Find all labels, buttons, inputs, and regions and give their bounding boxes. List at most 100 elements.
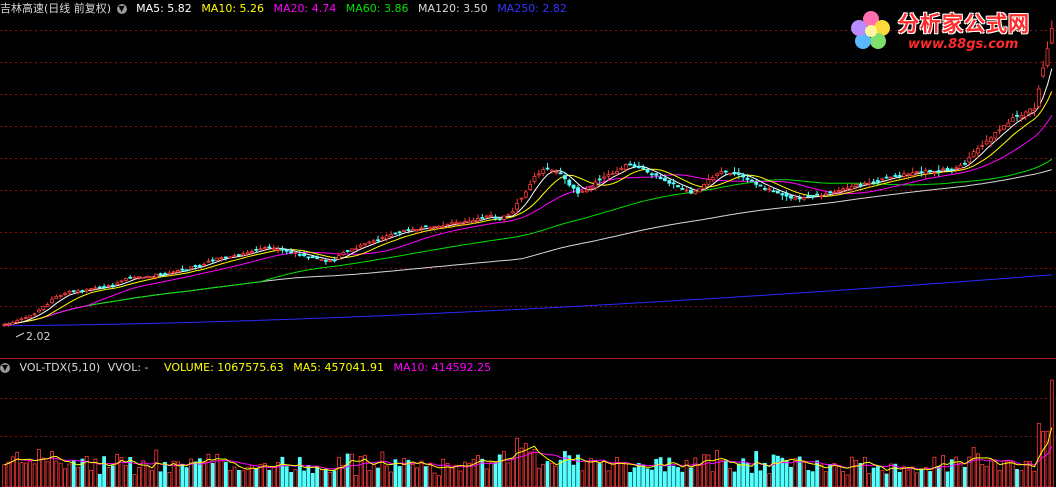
volume-bar xyxy=(567,455,572,487)
volume-bar xyxy=(310,472,315,487)
low-price-label: 2.02 xyxy=(26,330,51,343)
candle xyxy=(89,288,93,290)
volume-bar xyxy=(1019,470,1024,487)
chevron-down-icon[interactable]: ▼ xyxy=(116,4,127,14)
candle xyxy=(654,173,659,176)
volume-bar xyxy=(184,467,189,487)
candle xyxy=(189,266,194,270)
volume-indicator-title: VOL-TDX(5,10) xyxy=(19,361,101,374)
volume-bar xyxy=(650,469,654,487)
candle xyxy=(567,179,572,186)
volume-bar xyxy=(823,471,828,487)
volume-bar xyxy=(550,462,554,487)
volume-bar xyxy=(919,468,924,487)
candle xyxy=(880,178,885,181)
candle xyxy=(558,172,563,175)
volume-bar xyxy=(997,469,1002,487)
candle xyxy=(863,182,867,185)
candle xyxy=(158,273,163,276)
candle xyxy=(58,294,63,297)
volume-bar xyxy=(710,471,715,487)
volume-bar xyxy=(667,457,672,487)
volume-bar xyxy=(767,473,772,487)
candle xyxy=(841,188,845,191)
volume-bar xyxy=(349,453,354,487)
volume-bar xyxy=(423,466,428,487)
candle xyxy=(723,170,728,173)
candle xyxy=(219,257,224,260)
volume-bar xyxy=(336,456,341,487)
volume-bar xyxy=(984,465,989,487)
candle xyxy=(589,186,593,189)
candlesticks xyxy=(2,20,1054,328)
volume-ma10-value: MA10: 414592.25 xyxy=(393,361,492,374)
volume-bar xyxy=(619,462,624,487)
candle xyxy=(228,256,233,259)
volume-bar xyxy=(876,465,880,487)
volume-bar xyxy=(267,469,272,487)
candle xyxy=(280,248,285,251)
candle xyxy=(306,256,311,259)
volume-bar xyxy=(715,450,719,487)
ma60-line xyxy=(4,158,1053,325)
candle xyxy=(771,190,776,193)
volume-bar xyxy=(819,464,824,487)
volume-bar xyxy=(532,449,537,487)
candle xyxy=(954,167,959,170)
volume-bar xyxy=(245,466,250,487)
volume-bar xyxy=(723,459,728,487)
volume-bar xyxy=(980,463,985,487)
candle xyxy=(632,164,637,167)
volume-bar xyxy=(858,462,863,487)
candle xyxy=(376,239,380,242)
candle xyxy=(823,193,828,196)
volume-bar xyxy=(63,468,67,487)
candle xyxy=(232,255,237,258)
candle xyxy=(676,185,680,188)
candle xyxy=(1036,88,1041,108)
candle xyxy=(102,286,106,289)
volume-bar xyxy=(741,458,746,487)
volume-bar xyxy=(880,470,885,487)
volume-bar xyxy=(902,466,906,487)
volume-bar xyxy=(6,461,11,487)
candle xyxy=(806,195,811,198)
candle xyxy=(584,189,589,193)
candle xyxy=(397,231,402,234)
volume-bar xyxy=(136,467,141,487)
candle xyxy=(336,255,341,260)
volume-bar xyxy=(428,462,433,487)
volume-bar xyxy=(945,471,950,487)
candle xyxy=(271,247,276,250)
volume-bar xyxy=(167,471,172,487)
candle xyxy=(371,240,376,243)
volume-bar xyxy=(863,456,867,487)
candle xyxy=(971,151,976,158)
volume-bar xyxy=(371,463,376,487)
volume-bar xyxy=(419,460,424,487)
volume-bar xyxy=(489,462,493,487)
volume-bar xyxy=(632,467,637,487)
chevron-down-icon[interactable]: ▼ xyxy=(0,363,10,373)
candle xyxy=(436,226,441,229)
candle xyxy=(37,309,41,313)
candle xyxy=(936,170,941,173)
candle xyxy=(989,137,993,142)
candle xyxy=(697,188,702,193)
volume-bar xyxy=(306,464,311,487)
candle xyxy=(206,260,211,263)
candle xyxy=(241,253,246,256)
candle xyxy=(15,320,20,323)
ma5-value: MA5: 5.82 xyxy=(136,2,192,15)
candle xyxy=(293,252,298,254)
candle xyxy=(454,221,459,224)
volume-bar xyxy=(832,463,837,487)
candle xyxy=(706,179,711,185)
volume-bar xyxy=(241,470,246,487)
candle xyxy=(263,247,267,250)
candle xyxy=(571,184,576,189)
volume-bar xyxy=(202,462,207,487)
volume-bar xyxy=(115,453,120,487)
candle xyxy=(532,175,537,182)
volume-bar xyxy=(584,460,589,487)
